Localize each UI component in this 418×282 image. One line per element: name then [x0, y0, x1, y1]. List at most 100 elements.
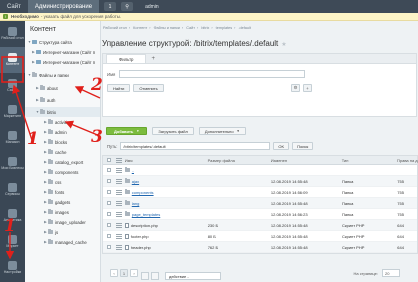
row-menu-icon[interactable] [115, 178, 122, 184]
row-name[interactable]: page_templates [132, 212, 160, 217]
row-checkbox[interactable] [107, 168, 111, 172]
table-row[interactable]: description.php 230 Б 12.08.2019 14:55:4… [103, 220, 417, 231]
row-name[interactable]: lang [132, 201, 140, 206]
tree-item-managed-cache[interactable]: ▶ managed_cache [25, 237, 100, 247]
row-rights: 755 [397, 211, 404, 217]
path-input[interactable]: /bitrix/templates/.default [120, 142, 271, 150]
folder-icon [124, 178, 130, 183]
tab-site[interactable]: Сайт [0, 0, 28, 13]
row-rights: 755 [397, 189, 404, 195]
menu-business[interactable]: Мои Бизнесы [0, 151, 25, 177]
row-name[interactable]: .. [132, 168, 134, 173]
row-checkbox[interactable] [107, 190, 111, 194]
table-row[interactable]: header.php 762 Б 12.08.2019 14:55:48 Скр… [103, 242, 417, 253]
breadcrumb-item[interactable]: bitrix [201, 26, 209, 30]
table-row[interactable]: ajax 12.08.2019 14:55:48 Папка 755 [103, 176, 417, 187]
row-checkbox[interactable] [107, 212, 111, 216]
row-rights: 644 [397, 233, 404, 239]
column-date[interactable]: Изменен [271, 158, 342, 163]
breadcrumb-item[interactable]: .default [238, 26, 250, 30]
table-row[interactable]: components 12.08.2019 14:56:09 Папка 755 [103, 187, 417, 198]
column-size[interactable]: Размер файла [208, 158, 271, 163]
tree-item-site-structure[interactable]: ▼ Структура сайта [25, 37, 100, 47]
add-filter-tab-icon[interactable]: + [146, 54, 160, 63]
menu-sites[interactable]: Сайты [0, 73, 25, 99]
search-icon[interactable]: ⚲ [121, 2, 134, 11]
upload-file-button[interactable]: Загрузить файл [152, 127, 194, 135]
next-page-icon[interactable]: › [130, 269, 138, 277]
row-name[interactable]: ajax [132, 179, 139, 184]
row-name[interactable]: footer.php [131, 234, 149, 239]
add-button[interactable]: Добавить ▼ [106, 127, 148, 135]
row-menu-icon[interactable] [115, 167, 122, 173]
tab-filter[interactable]: Фильтр [106, 54, 147, 63]
tree-item-components[interactable]: ▶ components [25, 167, 100, 177]
tree-item-files-folders[interactable]: ▼ Файлы и папки [25, 70, 100, 80]
page-size-select[interactable]: 20 [382, 269, 400, 277]
column-name[interactable]: Имя [125, 158, 208, 163]
table-row[interactable]: lang 12.08.2019 14:55:48 Папка 755 [103, 198, 417, 209]
tree-item-fonts[interactable]: ▶ fonts [25, 187, 100, 197]
breadcrumb-item[interactable]: Файлы и папки [154, 26, 180, 30]
tree-item-activities[interactable]: ▶ activities [25, 117, 100, 127]
prev-page-icon[interactable]: ‹ [110, 269, 118, 277]
breadcrumb-item[interactable]: Сайт [186, 26, 195, 30]
search-button[interactable]: Поиск [292, 142, 314, 150]
row-name[interactable]: components [132, 190, 154, 195]
plus-icon[interactable]: + [303, 84, 312, 92]
row-menu-icon[interactable] [115, 222, 122, 228]
row-menu-icon[interactable] [115, 244, 122, 250]
gear-icon[interactable]: ⚙ [291, 84, 300, 92]
row-checkbox[interactable] [107, 234, 111, 238]
row-menu-icon[interactable] [115, 233, 122, 239]
tab-administration[interactable]: Администрирование [27, 0, 100, 13]
column-rights[interactable]: Права на доступ [397, 158, 418, 163]
ok-button[interactable]: OK [273, 142, 290, 150]
select-all-checkbox[interactable] [107, 158, 111, 162]
tree-item-css[interactable]: ▶ css [25, 177, 100, 187]
folder-icon [124, 200, 130, 205]
php-file-icon [124, 244, 129, 250]
menu-content[interactable]: Контент [0, 47, 25, 73]
row-checkbox[interactable] [107, 179, 111, 183]
tree-item-shop-1[interactable]: ▶ Интернет-магазин (Сайт п [25, 47, 100, 57]
tree-item-catalog-export[interactable]: ▶ catalog_export [25, 157, 100, 167]
settings-menu-icon[interactable] [115, 157, 122, 163]
user-name[interactable]: admin [145, 4, 159, 10]
menu-store[interactable]: Магазин [0, 125, 25, 151]
page-number[interactable]: 1 [120, 269, 128, 277]
row-menu-icon[interactable] [115, 189, 122, 195]
star-icon[interactable]: ★ [281, 42, 286, 48]
tree-item-bitrix[interactable]: ▼ bitrix [25, 107, 100, 117]
tree-item-about[interactable]: ▶ about [25, 83, 100, 93]
breadcrumb-item[interactable]: templates [216, 26, 232, 30]
filter-name-input[interactable] [119, 70, 305, 78]
notifications-icon[interactable]: 1 [104, 2, 117, 11]
cancel-button[interactable]: Отменить [133, 84, 164, 92]
menu-desktop[interactable]: Рабочий стол [0, 21, 25, 47]
find-button[interactable]: Найти [107, 84, 131, 92]
tree-item-images[interactable]: ▶ images [25, 207, 100, 217]
table-row[interactable]: page_templates 12.08.2019 14:56:23 Папка… [103, 209, 417, 220]
table-row[interactable]: .. [103, 165, 417, 176]
row-checkbox[interactable] [107, 223, 111, 227]
row-checkbox[interactable] [107, 245, 111, 249]
tree-item-auth[interactable]: ▶ auth [25, 95, 100, 105]
breadcrumb-item[interactable]: Рабочий стол [103, 26, 127, 30]
tree-item-image-uploader[interactable]: ▶ image_uploader [25, 217, 100, 227]
row-menu-icon[interactable] [115, 200, 122, 206]
row-name[interactable]: description.php [131, 223, 158, 228]
tree-item-gadgets[interactable]: ▶ gadgets [25, 197, 100, 207]
row-name[interactable]: header.php [131, 245, 151, 250]
menu-settings[interactable]: Настройки [0, 255, 25, 281]
column-type[interactable]: Тип [342, 158, 397, 163]
row-menu-icon[interactable] [115, 211, 122, 217]
menu-marketing[interactable]: Маркетинг [0, 99, 25, 125]
tree-item-shop-2[interactable]: ▶ Интернет-магазин (Сайт п [25, 57, 100, 67]
menu-services[interactable]: Сервисы [0, 177, 25, 203]
row-checkbox[interactable] [107, 201, 111, 205]
more-button[interactable]: Дополнительно ▼ [198, 127, 246, 135]
tree-item-js[interactable]: ▶ js [25, 227, 100, 237]
breadcrumb-item[interactable]: Контент [133, 26, 147, 30]
table-row[interactable]: footer.php 80 Б 12.08.2019 14:55:48 Скри… [103, 231, 417, 242]
